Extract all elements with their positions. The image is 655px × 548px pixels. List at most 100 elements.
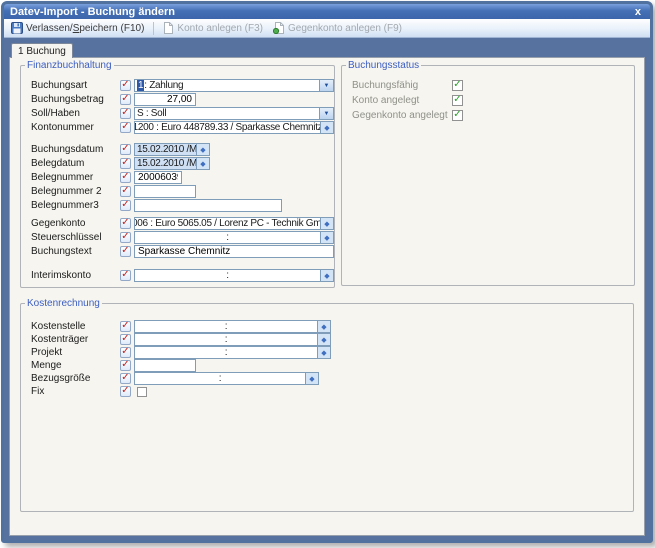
menge-label: Menge <box>31 360 120 371</box>
buchungsbetrag-input[interactable] <box>134 93 196 106</box>
group-buchungsstatus-title: Buchungsstatus <box>346 60 421 71</box>
konto-angelegt-checkbox[interactable]: ✓ <box>452 95 463 106</box>
green-check-icon: ✓ <box>453 95 461 105</box>
kontonummer-enable-checkbox[interactable]: ✓ <box>120 122 131 133</box>
floppy-disk-icon <box>11 22 23 34</box>
steuerschluessel-enable-checkbox[interactable]: ✓ <box>120 232 131 243</box>
bezugsgroesse-enable-checkbox[interactable]: ✓ <box>120 373 131 384</box>
row-belegnummer3: Belegnummer3 ✓ <box>21 199 334 212</box>
kostenstelle-field[interactable]: : ◆ <box>134 320 331 333</box>
spinner-icon[interactable]: ◆ <box>320 232 333 243</box>
save-exit-button[interactable]: Verlassen/Speichern (F10) <box>7 21 148 35</box>
row-interimskonto: Interimskonto ✓ : ◆ <box>21 269 334 282</box>
row-fix: Fix ✓ <box>21 385 633 398</box>
belegnummer-enable-checkbox[interactable]: ✓ <box>120 172 131 183</box>
green-check-icon: ✓ <box>453 110 461 120</box>
spinner-icon[interactable]: ◆ <box>320 122 333 133</box>
kostentraeger-field[interactable]: : ◆ <box>134 333 331 346</box>
buchungsart-label: Buchungsart <box>31 80 120 91</box>
fix-enable-checkbox[interactable]: ✓ <box>120 386 131 397</box>
menge-input[interactable] <box>134 359 196 372</box>
belegnummer2-label: Belegnummer 2 <box>31 186 120 197</box>
close-icon[interactable]: x <box>632 6 644 18</box>
spinner-icon[interactable]: ◆ <box>317 321 330 332</box>
red-check-icon: ✓ <box>121 232 129 242</box>
tab-buchung[interactable]: 1 Buchung <box>11 43 73 58</box>
row-buchungsbetrag: Buchungsbetrag ✓ <box>21 93 334 106</box>
row-soll-haben: Soll/Haben ✓ S : Soll ▼ <box>21 107 334 120</box>
buchungsbetrag-enable-checkbox[interactable]: ✓ <box>120 94 131 105</box>
title-bar[interactable]: Datev-Import - Buchung ändern x <box>4 4 650 19</box>
buchungsart-dropdown[interactable]: 1 : Zahlung ▼ <box>134 79 334 92</box>
gegenkonto-angelegt-label: Gegenkonto angelegt <box>352 110 452 121</box>
interimskonto-field[interactable]: : ◆ <box>134 269 334 282</box>
interimskonto-enable-checkbox[interactable]: ✓ <box>120 270 131 281</box>
row-belegnummer2: Belegnummer 2 ✓ <box>21 185 334 198</box>
buchungsdatum-field[interactable]: 15.02.2010 /Mo ◆ <box>134 143 210 156</box>
projekt-enable-checkbox[interactable]: ✓ <box>120 347 131 358</box>
soll-haben-dropdown[interactable]: S : Soll ▼ <box>134 107 334 120</box>
gegenkonto-value: 10006 : Euro 5065.05 / Lorenz PC - Techn… <box>135 218 320 229</box>
gegenkonto-field[interactable]: 10006 : Euro 5065.05 / Lorenz PC - Techn… <box>134 217 334 230</box>
row-gegenkonto-angelegt: Gegenkonto angelegt ✓ <box>342 109 634 122</box>
konto-angelegt-label: Konto angelegt <box>352 95 452 106</box>
create-contra-account-button[interactable]: Gegenkonto anlegen (F9) <box>269 21 406 35</box>
projekt-value: : <box>135 347 317 358</box>
fix-checkbox[interactable] <box>137 387 147 397</box>
red-check-icon: ✓ <box>121 360 129 370</box>
create-contra-account-label: Gegenkonto anlegen (F9) <box>288 23 402 34</box>
content-area: 1 Buchung Finanzbuchhaltung Buchungsart … <box>4 38 650 540</box>
spinner-icon[interactable]: ◆ <box>196 144 209 155</box>
projekt-field[interactable]: : ◆ <box>134 346 331 359</box>
green-check-icon: ✓ <box>453 80 461 90</box>
create-account-button[interactable]: Konto anlegen (F3) <box>159 21 267 35</box>
soll-haben-value: S : Soll <box>135 108 319 119</box>
row-buchungsfaehig: Buchungsfähig ✓ <box>342 79 634 92</box>
kostenstelle-value: : <box>135 321 317 332</box>
belegnummer3-input[interactable] <box>134 199 282 212</box>
bezugsgroesse-field[interactable]: : ◆ <box>134 372 319 385</box>
kostentraeger-label: Kostenträger <box>31 334 120 345</box>
buchungsart-enable-checkbox[interactable]: ✓ <box>120 80 131 91</box>
spinner-icon[interactable]: ◆ <box>320 218 333 229</box>
belegnummer3-enable-checkbox[interactable]: ✓ <box>120 200 131 211</box>
chevron-down-icon[interactable]: ▼ <box>319 108 333 119</box>
red-check-icon: ✓ <box>121 246 129 256</box>
spinner-icon[interactable]: ◆ <box>317 334 330 345</box>
buchungsfaehig-checkbox[interactable]: ✓ <box>452 80 463 91</box>
red-check-icon: ✓ <box>121 270 129 280</box>
document-green-icon <box>273 22 285 34</box>
spinner-icon[interactable]: ◆ <box>317 347 330 358</box>
red-check-icon: ✓ <box>121 94 129 104</box>
belegnummer-input[interactable] <box>134 171 182 184</box>
belegdatum-label: Belegdatum <box>31 158 120 169</box>
buchungstext-input[interactable] <box>134 245 334 258</box>
buchungsdatum-enable-checkbox[interactable]: ✓ <box>120 144 131 155</box>
buchungsfaehig-label: Buchungsfähig <box>352 80 452 91</box>
gegenkonto-enable-checkbox[interactable]: ✓ <box>120 218 131 229</box>
chevron-down-icon[interactable]: ▼ <box>319 80 333 91</box>
buchungsdatum-value: 15.02.2010 /Mo <box>135 144 196 155</box>
belegdatum-enable-checkbox[interactable]: ✓ <box>120 158 131 169</box>
spinner-icon[interactable]: ◆ <box>305 373 318 384</box>
row-buchungsart: Buchungsart ✓ 1 : Zahlung ▼ <box>21 79 334 92</box>
kostenstelle-enable-checkbox[interactable]: ✓ <box>120 321 131 332</box>
menge-enable-checkbox[interactable]: ✓ <box>120 360 131 371</box>
belegdatum-field[interactable]: 15.02.2010 /Mo ◆ <box>134 157 210 170</box>
tab-label: 1 Buchung <box>18 46 66 57</box>
red-check-icon: ✓ <box>121 172 129 182</box>
belegdatum-value: 15.02.2010 /Mo <box>135 158 196 169</box>
spinner-icon[interactable]: ◆ <box>196 158 209 169</box>
spinner-icon[interactable]: ◆ <box>320 270 333 281</box>
buchungstext-enable-checkbox[interactable]: ✓ <box>120 246 131 257</box>
kostentraeger-enable-checkbox[interactable]: ✓ <box>120 334 131 345</box>
belegnummer2-enable-checkbox[interactable]: ✓ <box>120 186 131 197</box>
kontonummer-field[interactable]: 1200 : Euro 448789.33 / Sparkasse Chemni… <box>134 121 334 134</box>
steuerschluessel-field[interactable]: : ◆ <box>134 231 334 244</box>
belegnummer2-input[interactable] <box>134 185 196 198</box>
gegenkonto-angelegt-checkbox[interactable]: ✓ <box>452 110 463 121</box>
row-steuerschluessel: Steuerschlüssel ✓ : ◆ <box>21 231 334 244</box>
group-kostenrechnung: Kostenrechnung Kostenstelle ✓ : ◆ Kosten… <box>20 298 634 512</box>
row-kostentraeger: Kostenträger ✓ : ◆ <box>21 333 633 346</box>
soll-haben-enable-checkbox[interactable]: ✓ <box>120 108 131 119</box>
